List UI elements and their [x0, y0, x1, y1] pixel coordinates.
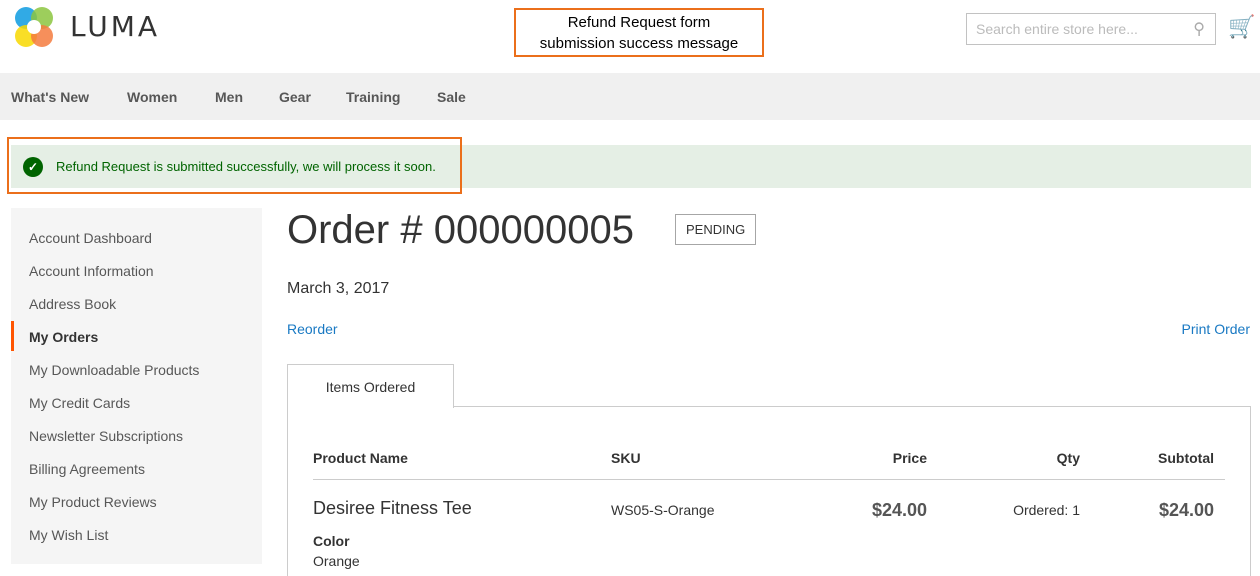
- status-badge: PENDING: [675, 214, 757, 245]
- order-date: March 3, 2017: [287, 280, 390, 297]
- sidebar-item-my-orders[interactable]: My Orders: [29, 329, 98, 345]
- nav-training[interactable]: Training: [346, 89, 400, 105]
- annotation-highlight: [7, 137, 462, 194]
- items-panel: [287, 406, 1251, 576]
- product-qty: Ordered: 1: [1013, 502, 1080, 518]
- reorder-link[interactable]: Reorder: [287, 321, 338, 337]
- product-sku: WS05-S-Orange: [611, 502, 715, 518]
- active-indicator: [11, 321, 14, 351]
- sidebar-item-reviews[interactable]: My Product Reviews: [29, 494, 157, 510]
- product-subtotal: $24.00: [1158, 500, 1214, 520]
- col-price: Price: [892, 450, 927, 466]
- col-qty: Qty: [1056, 450, 1080, 466]
- annotation-callout: Refund Request form submission success m…: [514, 8, 764, 57]
- sidebar-item-credit-cards[interactable]: My Credit Cards: [29, 395, 130, 411]
- nav-men[interactable]: Men: [215, 89, 243, 105]
- sidebar-item-account-info[interactable]: Account Information: [29, 263, 154, 279]
- search-icon[interactable]: ⚲: [1193, 19, 1205, 39]
- logo-text: LUMA: [70, 10, 161, 43]
- nav-whats-new[interactable]: What's New: [11, 89, 89, 105]
- main-nav: What's New Women Men Gear Training Sale: [0, 73, 1260, 120]
- luma-logo-icon[interactable]: [11, 5, 57, 49]
- nav-gear[interactable]: Gear: [279, 89, 311, 105]
- cart-icon[interactable]: 🛒: [1228, 14, 1255, 40]
- sidebar-item-newsletter[interactable]: Newsletter Subscriptions: [29, 428, 183, 444]
- sidebar-item-dashboard[interactable]: Account Dashboard: [29, 230, 152, 246]
- sidebar-item-billing[interactable]: Billing Agreements: [29, 461, 145, 477]
- divider: [313, 479, 1225, 480]
- col-subtotal: Subtotal: [1158, 450, 1214, 466]
- account-sidebar: Account Dashboard Account Information Ad…: [11, 208, 262, 564]
- col-sku: SKU: [611, 450, 641, 466]
- search-input[interactable]: Search entire store here... ⚲: [966, 13, 1216, 45]
- sidebar-item-address-book[interactable]: Address Book: [29, 296, 116, 312]
- col-product-name: Product Name: [313, 450, 408, 466]
- sidebar-item-wishlist[interactable]: My Wish List: [29, 527, 108, 543]
- option-label: Color: [313, 533, 350, 549]
- product-price: $24.00: [871, 500, 927, 520]
- option-value: Orange: [313, 553, 360, 569]
- nav-women[interactable]: Women: [127, 89, 177, 105]
- product-name: Desiree Fitness Tee: [313, 498, 472, 518]
- nav-sale[interactable]: Sale: [437, 89, 466, 105]
- sidebar-item-downloadable[interactable]: My Downloadable Products: [29, 362, 199, 378]
- print-order-link[interactable]: Print Order: [1182, 321, 1250, 337]
- page-title: Order # 000000005: [287, 208, 634, 252]
- search-placeholder: Search entire store here...: [976, 21, 1138, 37]
- tab-items-ordered[interactable]: Items Ordered: [287, 364, 454, 408]
